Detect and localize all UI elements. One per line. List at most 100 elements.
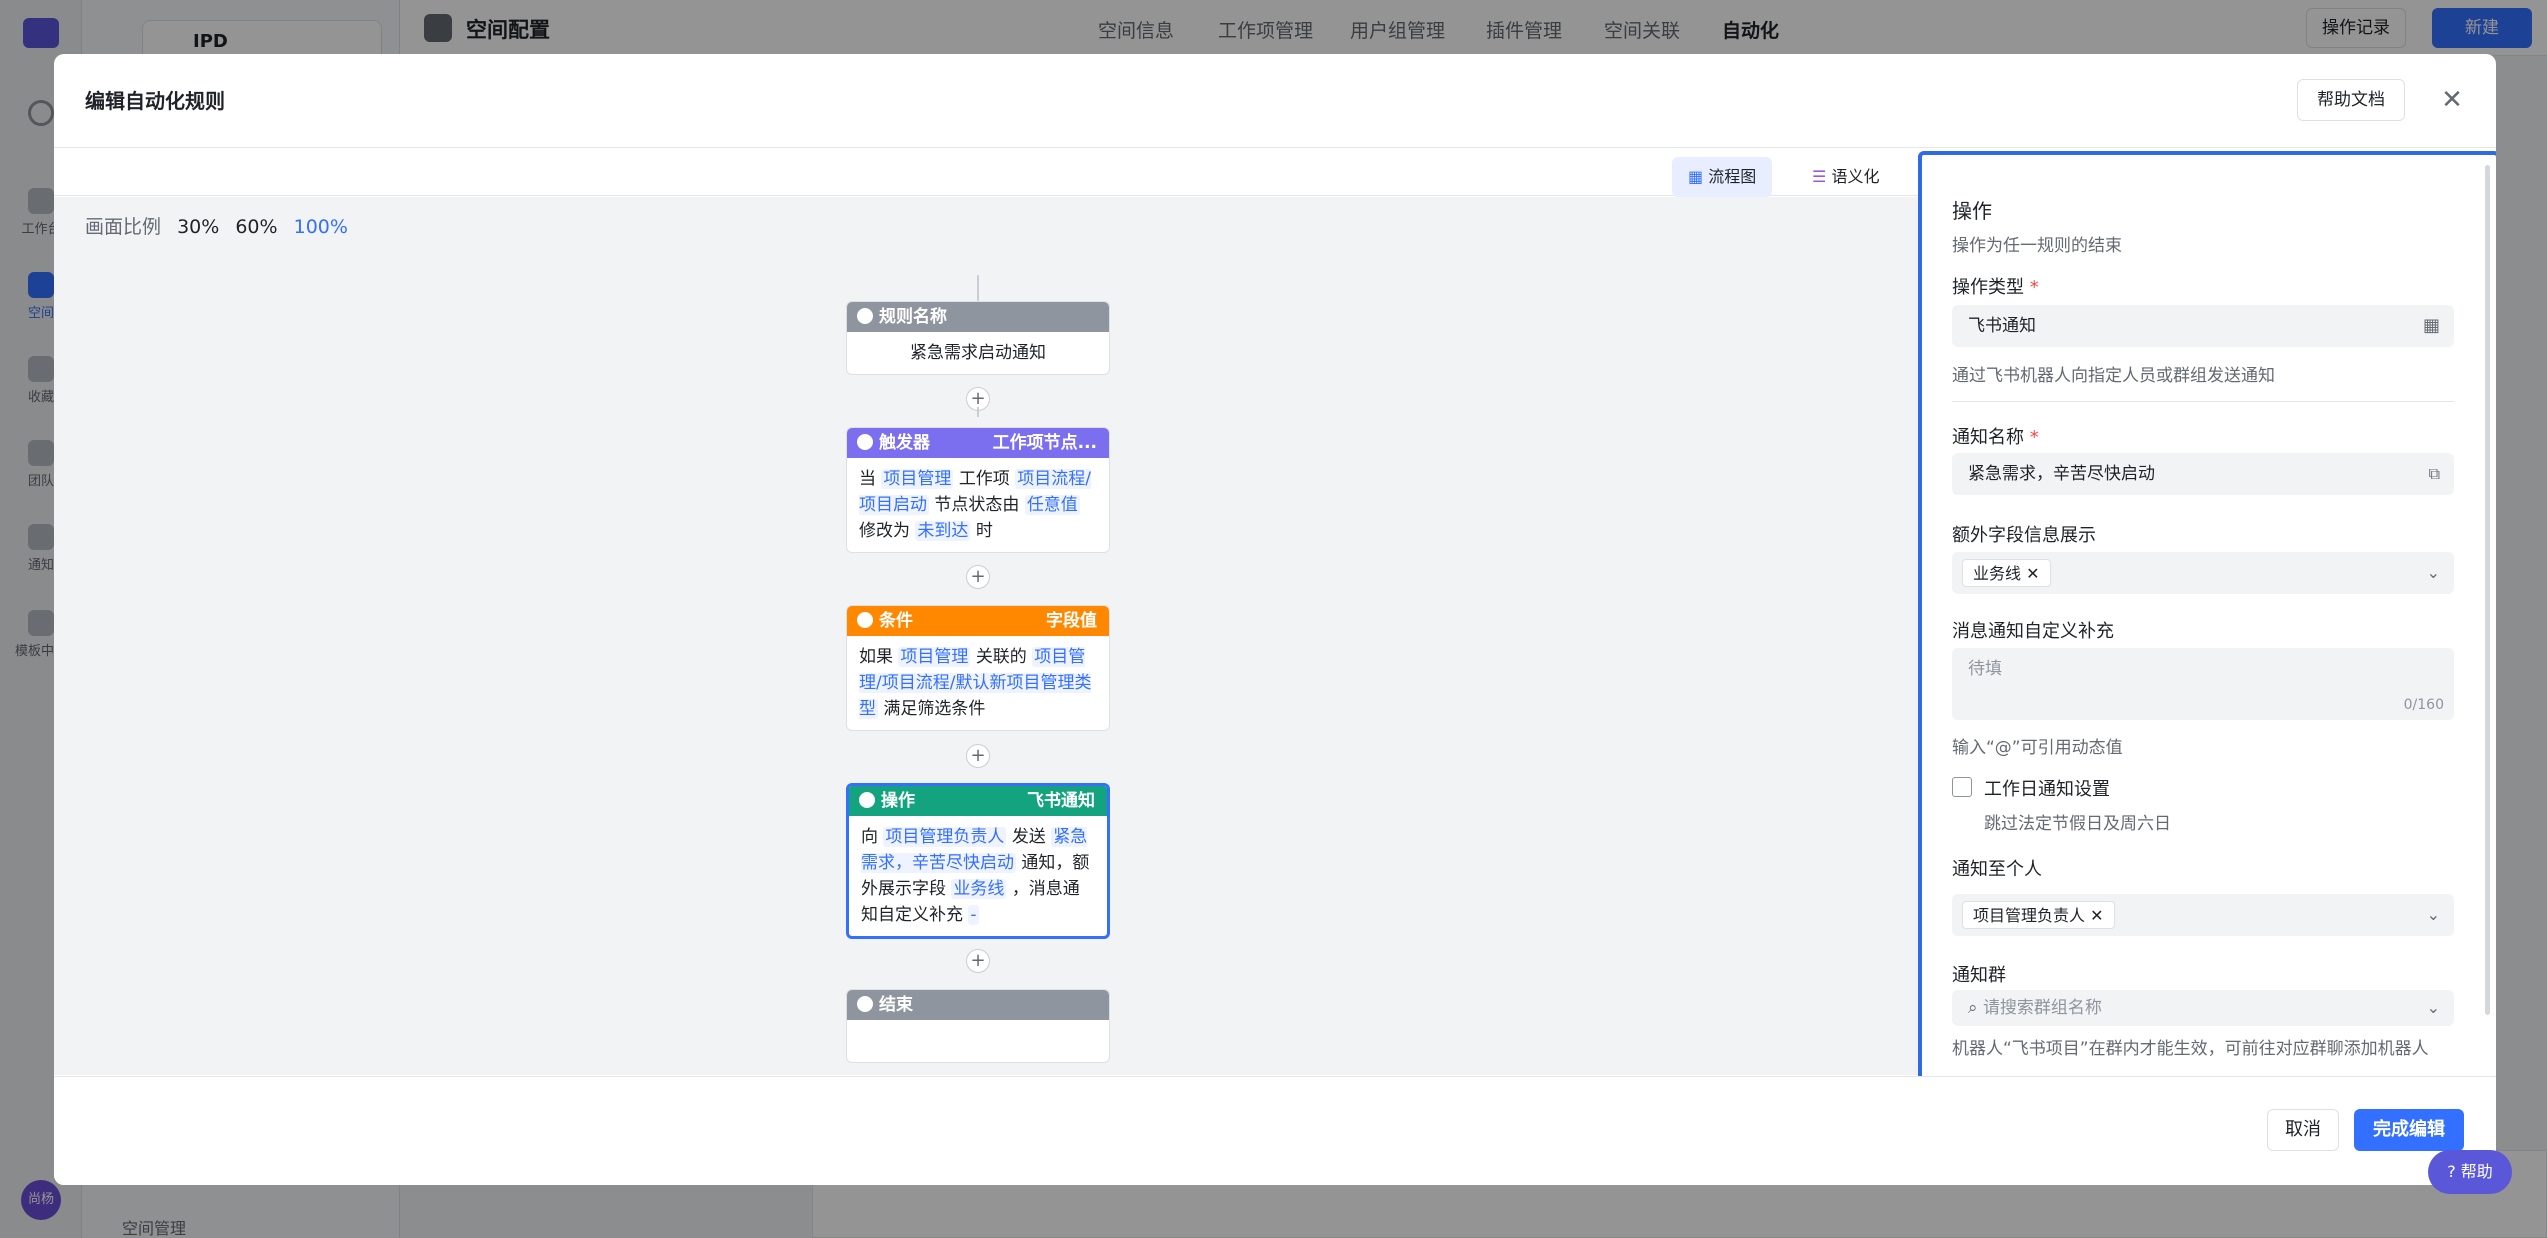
add-step-button[interactable]: + (966, 565, 990, 589)
tab-semantic[interactable]: ☰ 语义化 (1796, 157, 1895, 197)
group-placeholder: 请搜索群组名称 (1982, 998, 2102, 1018)
connector (977, 407, 979, 417)
cancel-button[interactable]: 取消 (2267, 1109, 2339, 1151)
modal-header: 编辑自动化规则 帮助文档 ✕ (54, 54, 2496, 148)
node-tag: 字段值 (1046, 611, 1097, 631)
tab-flowchart[interactable]: ▦ 流程图 (1672, 157, 1773, 197)
workday-hint: 跳过法定节假日及周六日 (1984, 814, 2171, 834)
op-type-label: 操作类型 * (1952, 277, 2039, 298)
text: 当 (859, 469, 876, 489)
custom-msg-placeholder: 待填 (1968, 659, 2002, 679)
play-icon (857, 308, 873, 324)
chip-remove-icon[interactable]: ✕ (2090, 906, 2103, 925)
op-type-select[interactable]: 飞书通知 ▦ (1952, 305, 2454, 347)
chevron-down-icon: ⌄ (2426, 563, 2440, 582)
node-title: 结束 (879, 995, 913, 1015)
text: 向 (861, 827, 878, 847)
text: 时 (975, 521, 993, 541)
text: 修改为 (859, 521, 910, 541)
chip-label: 项目管理负责人 (1973, 906, 2086, 925)
chip-label: 业务线 (1973, 564, 2022, 583)
trigger-body: 当 项目管理 工作项 项目流程/项目启动 节点状态由 任意值 修改为 未到达 时 (847, 458, 1109, 552)
add-step-button[interactable]: + (966, 744, 990, 768)
node-header: 触发器 工作项节点... (847, 428, 1109, 458)
op-type-value: 飞书通知 (1968, 316, 2036, 336)
zoom-100[interactable]: 100% (294, 216, 348, 238)
workday-label: 工作日通知设置 (1984, 779, 2110, 800)
notify-name-input[interactable]: 紧急需求，辛苦尽快启动 ⧉ (1952, 453, 2454, 495)
node-tag: 飞书通知 (1027, 791, 1095, 811)
question-icon: ? (2447, 1162, 2456, 1181)
chevron-down-icon: ⌄ (2426, 905, 2440, 924)
value-chip: 未到达 (915, 521, 971, 541)
action-body: 向 项目管理负责人 发送 紧急需求，辛苦尽快启动 通知，额外展示字段 业务线 ，… (849, 816, 1107, 936)
text: 关联的 (975, 647, 1027, 667)
node-tag: 工作项节点... (992, 433, 1097, 453)
node-header: 条件 字段值 (847, 606, 1109, 636)
value-chip: 项目管理 (881, 469, 954, 489)
extra-fields-select[interactable]: 业务线 ✕ ⌄ (1952, 552, 2454, 594)
text: 工作项 (958, 469, 1010, 489)
finish-edit-button[interactable]: 完成编辑 (2354, 1109, 2464, 1151)
zoom-label: 画面比例 (85, 216, 162, 238)
zoom-control: 画面比例 30% 60% 100% (85, 212, 358, 239)
condition-node[interactable]: 条件 字段值 如果 项目管理 关联的 项目管理/项目流程/默认新项目管理类型 满足… (846, 605, 1110, 731)
custom-msg-label: 消息通知自定义补充 (1952, 621, 2114, 642)
node-title: 规则名称 (879, 307, 947, 327)
text: 如果 (859, 647, 893, 667)
value-chip: 任意值 (1024, 495, 1080, 515)
zoom-30[interactable]: 30% (177, 216, 219, 238)
node-title: 操作 (881, 791, 915, 811)
node-header: 规则名称 (847, 302, 1109, 332)
notify-name-label: 通知名称 * (1952, 427, 2039, 448)
notify-group-label: 通知群 (1952, 965, 2006, 986)
tab-label: 语义化 (1831, 167, 1880, 186)
notify-name-value: 紧急需求，辛苦尽快启动 (1968, 464, 2155, 484)
zoom-60[interactable]: 60% (235, 216, 277, 238)
notify-person-label: 通知至个人 (1952, 859, 2042, 880)
help-label: 帮助 (2460, 1162, 2493, 1181)
notify-person-select[interactable]: 项目管理负责人 ✕ ⌄ (1952, 894, 2454, 936)
close-icon[interactable]: ✕ (2434, 82, 2470, 118)
flowchart-icon: ▦ (1688, 167, 1704, 186)
label-text: 操作类型 (1952, 277, 2024, 298)
chip-remove-icon[interactable]: ✕ (2026, 564, 2039, 583)
text: 节点状态由 (934, 495, 1020, 515)
tab-label: 流程图 (1708, 167, 1757, 186)
panel-scrollbar[interactable] (2485, 165, 2490, 1015)
edit-rule-modal: 编辑自动化规则 帮助文档 ✕ ▦ 流程图 ☰ 语义化 画面比例 30% 60% … (54, 54, 2496, 1185)
notify-group-hint: 机器人“飞书项目”在群内才能生效，可前往对应群聊添加机器人 (1952, 1039, 2429, 1059)
dynamic-value-icon[interactable]: ⧉ (2429, 453, 2440, 495)
rule-name-node[interactable]: 规则名称 紧急需求启动通知 (846, 301, 1110, 375)
help-doc-button[interactable]: 帮助文档 (2297, 79, 2405, 121)
workday-checkbox[interactable] (1952, 777, 1972, 797)
text: 满足筛选条件 (883, 699, 986, 719)
char-counter: 0/160 (2403, 697, 2444, 713)
trigger-node[interactable]: 触发器 工作项节点... 当 项目管理 工作项 项目流程/项目启动 节点状态由 任… (846, 427, 1110, 553)
label-text: 通知名称 (1952, 427, 2024, 448)
action-icon (859, 792, 875, 808)
node-header: 操作 飞书通知 (849, 786, 1107, 816)
op-type-hint: 通过飞书机器人向指定人员或群组发送通知 (1952, 366, 2275, 386)
notify-group-search[interactable]: ⌕ 请搜索群组名称 ⌄ (1952, 990, 2454, 1026)
panel-subtitle: 操作为任一规则的结束 (1952, 236, 2122, 256)
node-header: 结束 (847, 990, 1109, 1020)
extra-fields-label: 额外字段信息展示 (1952, 525, 2096, 546)
text: 发送 (1011, 827, 1046, 847)
grid-icon: ▦ (2422, 315, 2440, 336)
chevron-down-icon: ⌄ (2426, 998, 2440, 1017)
action-config-panel: 操作 操作为任一规则的结束 操作类型 * 飞书通知 ▦ 通过飞书机器人向指定人员或… (1918, 151, 2496, 1081)
person-chip: 项目管理负责人 ✕ (1962, 901, 2115, 929)
flow-canvas[interactable]: 画面比例 30% 60% 100% + + + + 规则名称 紧急需求启动通知 … (54, 197, 1918, 1075)
help-button[interactable]: ? 帮助 (2428, 1150, 2512, 1194)
custom-msg-textarea[interactable]: 待填 0/160 (1952, 648, 2454, 720)
divider (1952, 401, 2454, 402)
value-chip: 项目管理负责人 (883, 827, 1007, 847)
stop-icon (857, 996, 873, 1012)
action-node[interactable]: 操作 飞书通知 向 项目管理负责人 发送 紧急需求，辛苦尽快启动 通知，额外展示字… (846, 783, 1110, 939)
field-chip: 业务线 ✕ (1962, 559, 2051, 587)
value-chip: 业务线 (951, 879, 1007, 899)
custom-msg-hint: 输入“@”可引用动态值 (1952, 738, 2123, 758)
end-node[interactable]: 结束 (846, 989, 1110, 1063)
add-step-button[interactable]: + (966, 949, 990, 973)
